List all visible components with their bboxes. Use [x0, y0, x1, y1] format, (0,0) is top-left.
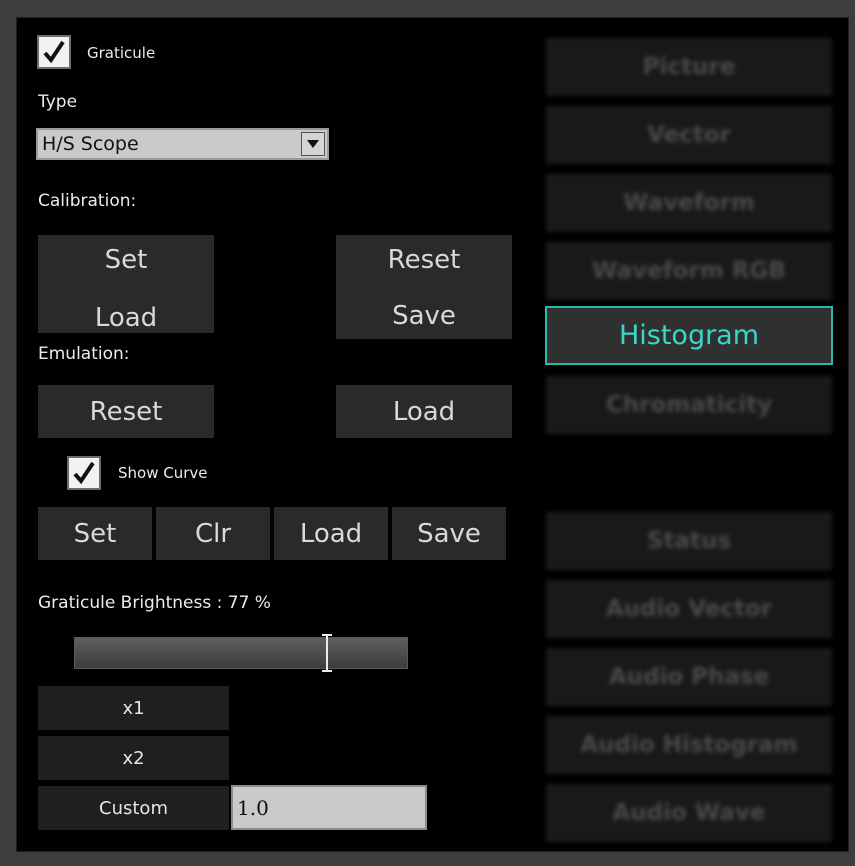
- slider-handle[interactable]: [321, 633, 333, 673]
- zoom-x2-button[interactable]: x2: [38, 736, 229, 780]
- emulation-label: Emulation:: [38, 344, 130, 364]
- zoom-x1-button[interactable]: x1: [38, 686, 229, 730]
- chevron-down-icon[interactable]: [301, 132, 325, 156]
- calibration-reset-label: Reset: [387, 245, 461, 275]
- type-select-value: H/S Scope: [42, 133, 139, 155]
- sidebar-item-audio-histogram[interactable]: Audio Histogram: [546, 716, 832, 774]
- sidebar-item-audio-phase[interactable]: Audio Phase: [546, 648, 832, 706]
- emulation-load-button[interactable]: Load: [336, 385, 512, 438]
- calibration-set-load-button[interactable]: Set Load: [38, 235, 214, 333]
- emulation-reset-button[interactable]: Reset: [38, 385, 214, 438]
- calibration-save-label: Save: [392, 301, 456, 331]
- calibration-reset-save-button[interactable]: Reset Save: [336, 235, 512, 339]
- sidebar-item-vector[interactable]: Vector: [546, 106, 832, 164]
- show-curve-label: Show Curve: [118, 464, 208, 482]
- sidebar-item-audio-vector[interactable]: Audio Vector: [546, 580, 832, 638]
- zoom-custom-button[interactable]: Custom: [38, 786, 229, 830]
- checkmark-icon: [73, 461, 95, 485]
- graticule-label: Graticule: [87, 44, 156, 62]
- calibration-set-label: Set: [104, 245, 148, 275]
- type-select[interactable]: H/S Scope: [36, 128, 329, 160]
- curve-save-button[interactable]: Save: [392, 507, 506, 560]
- graticule-checkbox[interactable]: [37, 35, 71, 69]
- sidebar-item-waveform[interactable]: Waveform: [546, 174, 832, 232]
- brightness-label: Graticule Brightness : 77 %: [38, 593, 271, 613]
- curve-clr-button[interactable]: Clr: [156, 507, 270, 560]
- calibration-load-label: Load: [94, 303, 158, 333]
- custom-zoom-input[interactable]: 1.0: [231, 785, 427, 830]
- brightness-slider[interactable]: [74, 634, 408, 672]
- sidebar-item-histogram[interactable]: Histogram: [545, 306, 833, 365]
- checkmark-icon: [43, 40, 65, 64]
- sidebar-item-audio-wave[interactable]: Audio Wave: [546, 784, 832, 842]
- sidebar-item-waveform-rgb[interactable]: Waveform RGB: [546, 242, 832, 300]
- curve-load-button[interactable]: Load: [274, 507, 388, 560]
- sidebar-item-picture[interactable]: Picture: [546, 38, 832, 96]
- sidebar-item-chromaticity[interactable]: Chromaticity: [546, 376, 832, 434]
- calibration-label: Calibration:: [38, 191, 137, 211]
- show-curve-checkbox[interactable]: [67, 456, 101, 490]
- curve-set-button[interactable]: Set: [38, 507, 152, 560]
- type-label: Type: [38, 92, 78, 112]
- sidebar-item-status[interactable]: Status: [546, 512, 832, 570]
- scope-settings-panel: Graticule Type H/S Scope Calibration: Se…: [16, 17, 849, 852]
